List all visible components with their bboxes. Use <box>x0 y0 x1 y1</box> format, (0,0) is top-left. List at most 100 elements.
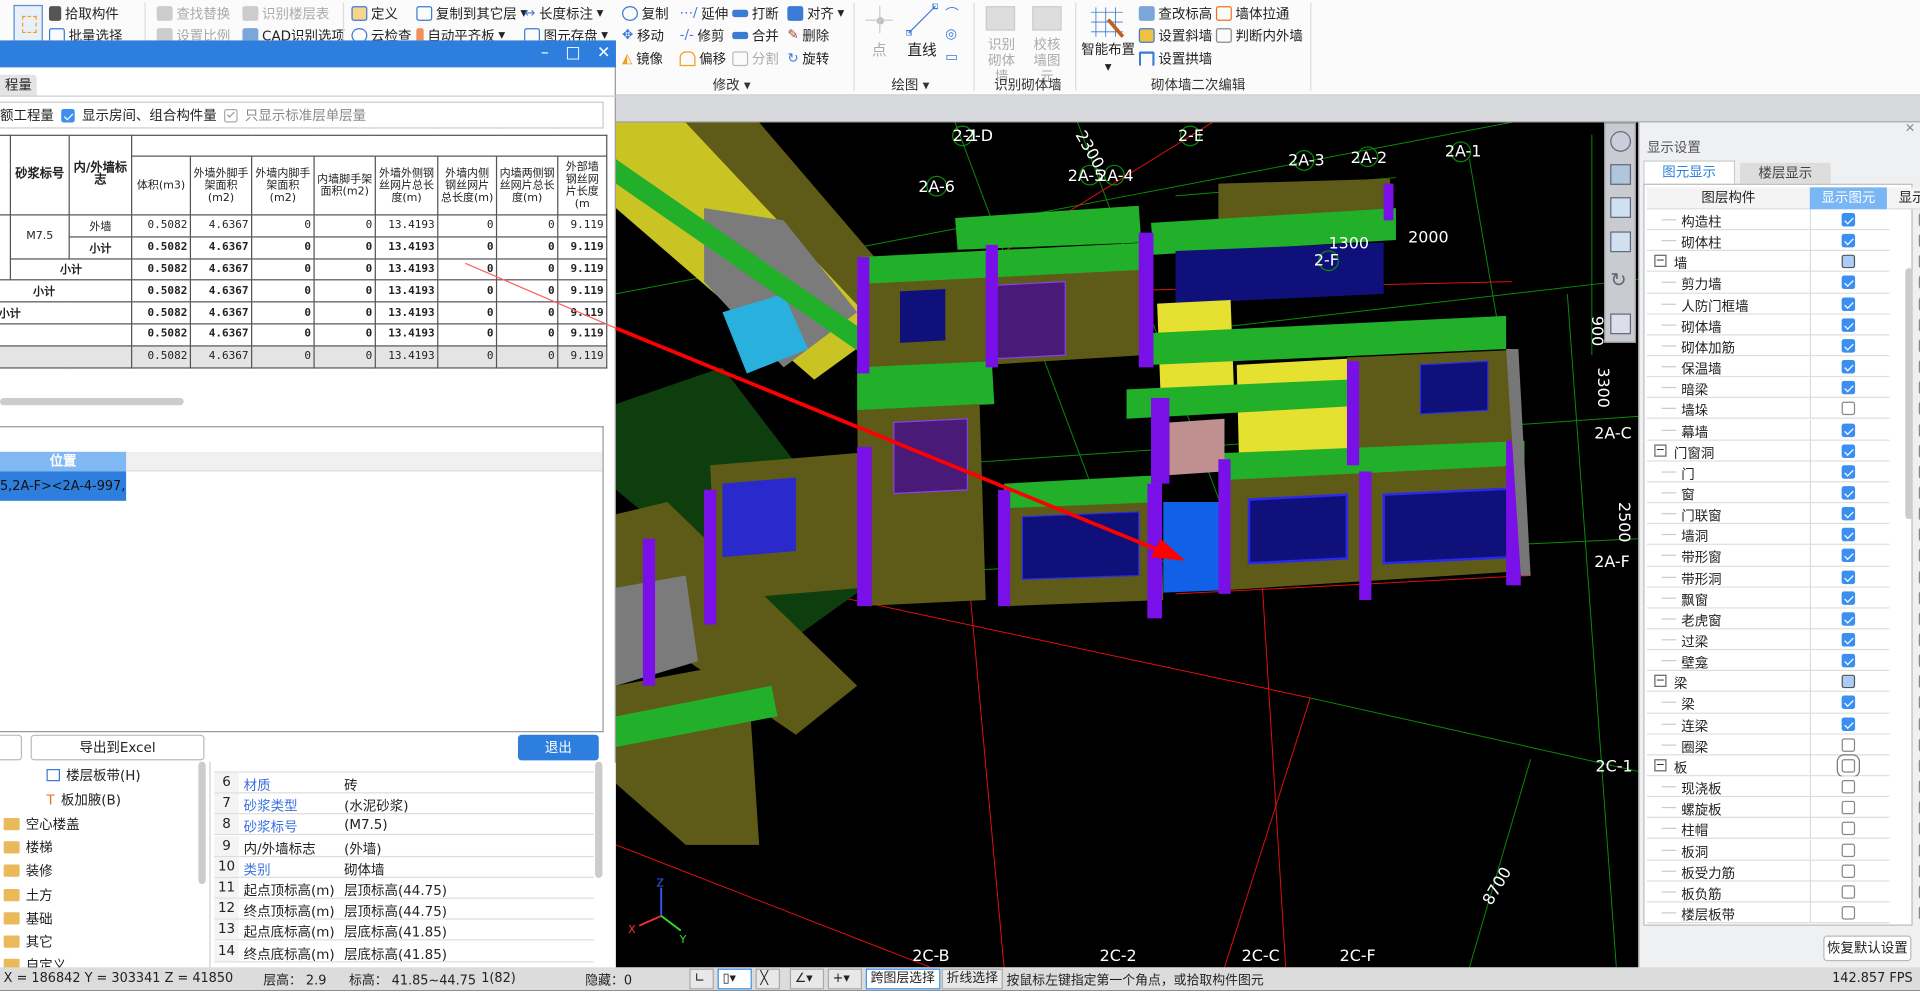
show-element-checkbox[interactable] <box>1841 591 1856 605</box>
property-value[interactable]: 层底标高(41.85) <box>344 923 447 943</box>
show-element-checkbox[interactable] <box>1841 423 1856 437</box>
layer-row[interactable]: 门 <box>1646 461 1920 483</box>
table-row[interactable]: 小计 0.5082 4.6367 0 0 13.4193 0 0 9.119 <box>0 236 608 260</box>
show-room-checkbox[interactable] <box>61 108 75 122</box>
move-button[interactable]: ✥ 移动 <box>622 24 664 45</box>
table-row[interactable]: 小计 0.5082 4.6367 0 0 13.4193 0 0 9.119 <box>0 301 608 325</box>
property-row[interactable]: 12 终点顶标高(m) 层顶标高(44.75) <box>214 899 594 920</box>
property-value[interactable]: 层底标高(41.85) <box>344 944 447 964</box>
layer-scrollbar[interactable] <box>1905 268 1913 520</box>
layer-row[interactable]: 保温墙 <box>1646 356 1920 378</box>
column-header[interactable]: 显示名称 <box>1886 187 1920 210</box>
line-button[interactable]: 直线 <box>907 39 936 60</box>
arc-icon[interactable]: ⌒ <box>945 4 958 24</box>
layer-row[interactable]: 圈梁 <box>1646 734 1920 756</box>
layer-row[interactable]: 砌体墙 <box>1646 314 1920 336</box>
tree-folder[interactable]: 其它 <box>3 932 53 952</box>
show-element-checkbox[interactable] <box>1841 528 1856 542</box>
show-element-checkbox[interactable] <box>1841 339 1856 353</box>
show-element-checkbox[interactable] <box>1841 864 1856 878</box>
show-element-checkbox[interactable] <box>1841 570 1856 584</box>
show-element-checkbox[interactable] <box>1841 381 1856 395</box>
props-scrollbar[interactable] <box>595 761 603 878</box>
judge-inner-outer-button[interactable]: 判断内外墙 <box>1215 24 1303 45</box>
property-row[interactable]: 14 终点底标高(m) 层底标高(41.85) <box>214 941 594 962</box>
floor-view-icon[interactable] <box>1610 313 1632 335</box>
show-element-checkbox[interactable] <box>1841 843 1856 857</box>
offset-button[interactable]: 偏移 <box>679 48 726 69</box>
property-row[interactable]: 10 类别 砌体墙 <box>214 856 594 879</box>
partial-button[interactable] <box>0 734 23 761</box>
layer-row[interactable]: − 墙 <box>1646 251 1920 273</box>
set-slope-wall-button[interactable]: 设置斜墙 <box>1138 24 1212 45</box>
property-row[interactable]: 7 砂浆类型 (水泥砂浆) <box>214 793 594 816</box>
layer-row[interactable]: 老虎窗 <box>1646 608 1920 630</box>
circle-icon[interactable]: ◎ <box>945 26 957 42</box>
show-element-checkbox[interactable] <box>1841 612 1856 626</box>
show-element-checkbox[interactable] <box>1841 318 1856 332</box>
layer-row[interactable]: 板负筋 <box>1646 881 1920 903</box>
polyline-select-button[interactable]: 折线选择 <box>941 968 1003 990</box>
collapse-icon[interactable]: − <box>1654 444 1667 457</box>
column-header[interactable]: 显示图元 <box>1809 187 1887 210</box>
close-panel-icon[interactable]: ✕ <box>1905 122 1915 135</box>
rotate-button[interactable]: ↻ 旋转 <box>787 48 829 69</box>
layer-row[interactable]: 墙垛 <box>1646 398 1920 420</box>
ortho-toggle[interactable]: ∟ <box>689 968 714 990</box>
show-element-checkbox[interactable] <box>1841 885 1856 899</box>
position-row-selected[interactable]: 5,2A-F><2A-4-997,... <box>0 471 127 501</box>
show-element-checkbox[interactable] <box>1841 507 1856 521</box>
table-row[interactable]: M7.5 外墙 0.5082 4.6367 0 0 13.4193 0 0 9.119 <box>0 214 608 281</box>
layer-row[interactable]: 飘窗 <box>1646 587 1920 609</box>
property-value[interactable]: 砌体墙 <box>344 859 384 879</box>
modify-group-label[interactable]: 修改 ▾ <box>713 75 751 95</box>
tree-folder[interactable]: 装修 <box>3 861 53 881</box>
layer-row[interactable]: − 梁 <box>1646 671 1920 693</box>
horizontal-scrollbar[interactable] <box>0 397 184 406</box>
close-icon[interactable]: ✕ <box>594 44 614 62</box>
smart-layout-button[interactable]: 智能布置 ▾ <box>1081 39 1135 75</box>
show-element-checkbox[interactable] <box>1841 360 1856 374</box>
layer-row[interactable]: 墙洞 <box>1646 524 1920 546</box>
show-element-checkbox[interactable] <box>1841 654 1856 668</box>
rectangle-icon[interactable]: ▭ <box>945 49 958 65</box>
layer-row[interactable]: − 门窗洞 <box>1646 440 1920 462</box>
layer-row[interactable]: 板受力筋 <box>1646 860 1920 882</box>
merge-button[interactable]: 合并 <box>732 24 779 45</box>
tree-scrollbar[interactable] <box>198 761 206 885</box>
show-element-checkbox[interactable] <box>1841 822 1856 836</box>
show-element-checkbox[interactable] <box>1841 801 1856 815</box>
copy-button[interactable]: 复制 <box>622 2 669 23</box>
layer-row[interactable]: 砌体加筋 <box>1646 335 1920 357</box>
collapse-icon[interactable]: − <box>1654 759 1667 772</box>
show-element-checkbox[interactable] <box>1841 213 1856 227</box>
exit-button[interactable]: 退出 <box>517 734 599 761</box>
layer-row[interactable]: 板洞 <box>1646 839 1920 861</box>
layer-row[interactable]: 砌体柱 <box>1646 230 1920 252</box>
layer-row[interactable]: 剪力墙 <box>1646 272 1920 294</box>
layer-row[interactable]: 壁龛 <box>1646 650 1920 672</box>
trim-button[interactable]: -/- 修剪 <box>680 24 725 45</box>
show-element-checkbox[interactable] <box>1841 297 1856 311</box>
layer-row[interactable]: 暗梁 <box>1646 377 1920 399</box>
property-row[interactable]: 13 起点底标高(m) 层底标高(41.85) <box>214 920 594 941</box>
layer-row[interactable]: 构造柱 <box>1646 209 1920 231</box>
tree-folder[interactable]: 空心楼盖 <box>3 814 80 834</box>
define-button[interactable]: 定义 <box>351 2 398 23</box>
extend-button[interactable]: ⋯/延伸 <box>680 2 729 23</box>
orbit-icon[interactable] <box>1610 131 1632 152</box>
tab-quantity[interactable]: 程量 <box>0 74 37 96</box>
wall-connect-button[interactable]: 墙体拉通 <box>1215 2 1289 23</box>
mirror-button[interactable]: ◭ 镜像 <box>622 48 663 69</box>
property-value[interactable]: 层顶标高(44.75) <box>344 880 447 900</box>
std-floor-checkbox[interactable] <box>224 108 238 122</box>
table-row-total[interactable]: 0.5082 4.6367 0 0 13.4193 0 0 9.119 <box>0 345 608 369</box>
layer-row[interactable]: 现浇板 <box>1646 776 1920 798</box>
delete-button[interactable]: ✎ 删除 <box>787 24 829 45</box>
show-element-checkbox[interactable] <box>1841 444 1856 458</box>
3d-viewport[interactable]: 2-1 2-D 2300 2-E 2A-3 2A-2 2A-1 2A-6 2A-5 2A-4 130… <box>615 122 1639 968</box>
break-button[interactable]: 打断 <box>732 2 779 23</box>
show-element-checkbox[interactable] <box>1841 696 1856 710</box>
property-value[interactable]: (水泥砂浆) <box>344 796 408 816</box>
layer-row[interactable]: 柱帽 <box>1646 818 1920 840</box>
